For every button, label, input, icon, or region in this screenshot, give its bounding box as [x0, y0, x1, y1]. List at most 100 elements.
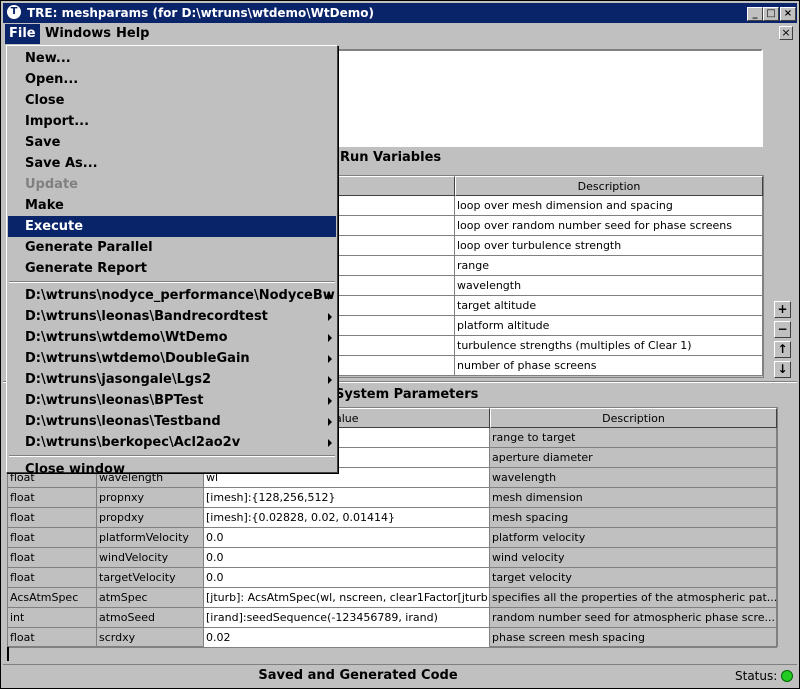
file-menu-item-execute[interactable]: Execute — [8, 216, 336, 237]
sp-cell-value[interactable]: [jturb]: AcsAtmSpec(wl, nscreen, clear1F… — [204, 588, 490, 608]
sp-cell-type[interactable]: float — [8, 628, 97, 648]
sp-cell-value[interactable]: [irand]:seedSequence(-123456789, irand) — [204, 608, 490, 628]
file-menu-item-generate-parallel[interactable]: Generate Parallel — [8, 237, 336, 258]
rv-cell-name[interactable] — [338, 196, 455, 216]
sp-cell-value[interactable]: 0.0 — [204, 528, 490, 548]
sp-cell-name[interactable]: windVelocity — [97, 548, 204, 568]
sp-cell-name[interactable]: targetVelocity — [97, 568, 204, 588]
recent-item-label: D:\wtruns\wtdemo\WtDemo — [25, 330, 228, 345]
sp-cell-description[interactable]: random number seed for atmospheric phase… — [490, 608, 777, 628]
file-menu-item-close-window[interactable]: Close window — [8, 459, 336, 480]
sp-cell-description[interactable]: mesh spacing — [490, 508, 777, 528]
rv-cell-description[interactable]: number of phase screens — [455, 356, 763, 376]
sp-cell-value[interactable]: 0.0 — [204, 568, 490, 588]
inner-close-icon[interactable]: × — [779, 26, 793, 40]
rv-cell-description[interactable]: target altitude — [455, 296, 763, 316]
sp-cell-type[interactable]: float — [8, 568, 97, 588]
sp-cell-description[interactable]: specifies all the properties of the atmo… — [490, 588, 777, 608]
minimize-button[interactable]: _ — [747, 7, 763, 21]
submenu-arrow-icon — [328, 397, 332, 405]
sp-cell-name[interactable]: atmSpec — [97, 588, 204, 608]
sp-cell-description[interactable]: target velocity — [490, 568, 777, 588]
file-menu-item-open[interactable]: Open... — [8, 69, 336, 90]
file-menu-item-make[interactable]: Make — [8, 195, 336, 216]
title-bar[interactable]: T TRE: meshparams (for D:\wtruns\wtdemo\… — [3, 3, 797, 23]
menu-file[interactable]: File — [5, 24, 40, 44]
file-menu-dropdown: New... Open... Close Import... Save Save As..… — [6, 45, 338, 477]
add-variable-button[interactable]: + — [774, 301, 791, 318]
rv-cell-description[interactable]: wavelength — [455, 276, 763, 296]
close-button[interactable]: × — [780, 7, 796, 21]
file-menu-recent-item[interactable]: D:\wtruns\jasongale\Lgs2 — [8, 369, 336, 390]
remove-variable-button[interactable]: − — [774, 321, 791, 338]
run-variables-table: Description loop over mesh dimension and… — [337, 175, 764, 378]
sp-cell-name[interactable]: scrdxy — [97, 628, 204, 648]
rv-cell-name[interactable] — [338, 216, 455, 236]
rv-cell-description[interactable]: loop over mesh dimension and spacing — [455, 196, 763, 216]
file-menu-item-save[interactable]: Save — [8, 132, 336, 153]
rv-cell-description[interactable]: range — [455, 256, 763, 276]
sp-cell-value[interactable]: 0.0 — [204, 548, 490, 568]
file-menu-item-close[interactable]: Close — [8, 90, 336, 111]
move-up-button[interactable]: ↑ — [774, 341, 791, 358]
maximize-button[interactable]: □ — [763, 7, 779, 21]
sp-header-description[interactable]: Description — [490, 408, 777, 428]
sp-cell-description[interactable]: aperture diameter — [490, 448, 777, 468]
submenu-arrow-icon — [328, 439, 332, 447]
rv-cell-description[interactable]: loop over turbulence strength — [455, 236, 763, 256]
recent-item-label: D:\wtruns\leonas\Bandrecordtest — [25, 309, 268, 324]
move-down-button[interactable]: ↓ — [774, 361, 791, 378]
file-menu-item-new[interactable]: New... — [8, 48, 336, 69]
rv-cell-description[interactable]: platform altitude — [455, 316, 763, 336]
sp-cell-name[interactable]: propnxy — [97, 488, 204, 508]
rv-cell-name[interactable] — [338, 296, 455, 316]
sp-cell-description[interactable]: wavelength — [490, 468, 777, 488]
sp-cell-type[interactable]: int — [8, 608, 97, 628]
sp-cell-name[interactable]: propdxy — [97, 508, 204, 528]
rv-header-blank[interactable] — [338, 176, 455, 196]
sp-cell-description[interactable]: phase screen mesh spacing — [490, 628, 777, 648]
rv-cell-name[interactable] — [338, 236, 455, 256]
description-textarea[interactable] — [337, 49, 763, 147]
rv-header-description[interactable]: Description — [455, 176, 763, 196]
sp-cell-type[interactable]: float — [8, 508, 97, 528]
scroll-edge — [7, 647, 9, 661]
file-menu-recent-item[interactable]: D:\wtruns\leonas\BPTest — [8, 390, 336, 411]
sp-cell-value[interactable]: 0.02 — [204, 628, 490, 648]
file-menu-recent-item[interactable]: D:\wtruns\wtdemo\WtDemo — [8, 327, 336, 348]
rv-cell-description[interactable]: turbulence strengths (multiples of Clear… — [455, 336, 763, 356]
sp-cell-value[interactable]: [imesh]:{0.02828, 0.02, 0.01414} — [204, 508, 490, 528]
file-menu-recent-item[interactable]: D:\wtruns\berkopec\Acl2ao2v — [8, 432, 336, 453]
file-menu-recent-item[interactable]: D:\wtruns\leonas\Testband — [8, 411, 336, 432]
sp-cell-type[interactable]: AcsAtmSpec — [8, 588, 97, 608]
submenu-arrow-icon — [328, 355, 332, 363]
sp-cell-description[interactable]: platform velocity — [490, 528, 777, 548]
rv-cell-name[interactable] — [338, 256, 455, 276]
sp-cell-type[interactable]: float — [8, 548, 97, 568]
sp-cell-description[interactable]: range to target — [490, 428, 777, 448]
rv-cell-name[interactable] — [338, 336, 455, 356]
sp-cell-description[interactable]: wind velocity — [490, 548, 777, 568]
sp-cell-value[interactable]: [imesh]:{128,256,512} — [204, 488, 490, 508]
sp-cell-name[interactable]: atmoSeed — [97, 608, 204, 628]
rv-cell-description[interactable]: loop over random number seed for phase s… — [455, 216, 763, 236]
submenu-arrow-icon — [328, 313, 332, 321]
rv-cell-name[interactable] — [338, 276, 455, 296]
file-menu-recent-item[interactable]: D:\wtruns\wtdemo\DoubleGain — [8, 348, 336, 369]
sp-cell-description[interactable]: mesh dimension — [490, 488, 777, 508]
sp-cell-name[interactable]: platformVelocity — [97, 528, 204, 548]
file-menu-item-save-as[interactable]: Save As... — [8, 153, 336, 174]
sp-cell-type[interactable]: float — [8, 488, 97, 508]
status-label: Status: — [735, 669, 778, 683]
menu-help[interactable]: Help — [112, 24, 153, 44]
file-menu-item-generate-report[interactable]: Generate Report — [8, 258, 336, 279]
file-menu-recent-item[interactable]: D:\wtruns\leonas\Bandrecordtest — [8, 306, 336, 327]
file-menu-recent-item[interactable]: D:\wtruns\nodyce_performance\NodyceBw — [8, 285, 336, 306]
file-menu-item-update: Update — [25, 177, 78, 192]
rv-cell-name[interactable] — [338, 356, 455, 376]
sp-cell-type[interactable]: float — [8, 528, 97, 548]
rv-cell-name[interactable] — [338, 316, 455, 336]
run-variables-title: Run Variables — [340, 150, 442, 165]
file-menu-item-import[interactable]: Import... — [8, 111, 336, 132]
menu-windows[interactable]: Windows — [41, 24, 115, 44]
